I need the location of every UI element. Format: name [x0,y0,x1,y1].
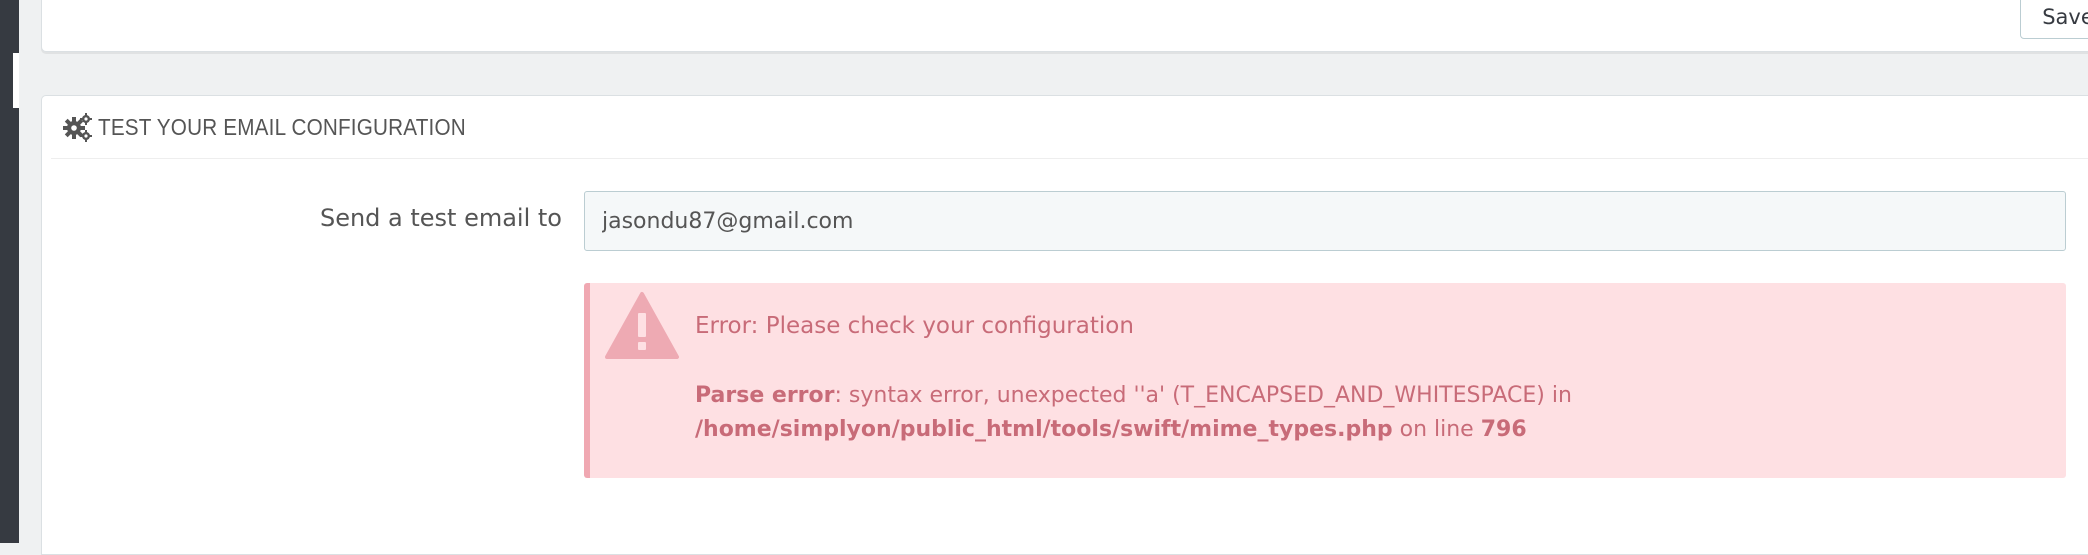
alert-line-2: /home/simplyon/public_html/tools/swift/m… [695,413,1572,447]
cogs-icon [63,113,92,142]
sidebar [0,0,19,543]
error-line-number: 796 [1480,417,1527,442]
line-prefix: on line [1392,417,1481,442]
alert-title: Error: Please check your configuration [695,313,1134,339]
error-alert: Error: Please check your configuration P… [584,283,2066,478]
error-message: : syntax error, unexpected ''a' (T_ENCAP… [834,383,1572,408]
save-button[interactable]: Save [2020,0,2088,39]
warning-icon [605,292,679,359]
alert-body: Parse error: syntax error, unexpected ''… [695,379,1572,447]
error-file-path: /home/simplyon/public_html/tools/swift/m… [695,417,1393,442]
panel-title: TEST YOUR EMAIL CONFIGURATION [98,113,466,140]
panel-heading: TEST YOUR EMAIL CONFIGURATION [51,96,2088,159]
alert-line-1: Parse error: syntax error, unexpected ''… [695,379,1572,413]
parse-error-label: Parse error [695,383,835,408]
sidebar-active-marker [13,53,19,108]
test-email-panel: TEST YOUR EMAIL CONFIGURATION Send a tes… [41,95,2088,555]
test-email-label: Send a test email to [319,204,562,232]
test-email-input[interactable] [584,191,2066,251]
config-panel-footer: Save [41,0,2088,52]
